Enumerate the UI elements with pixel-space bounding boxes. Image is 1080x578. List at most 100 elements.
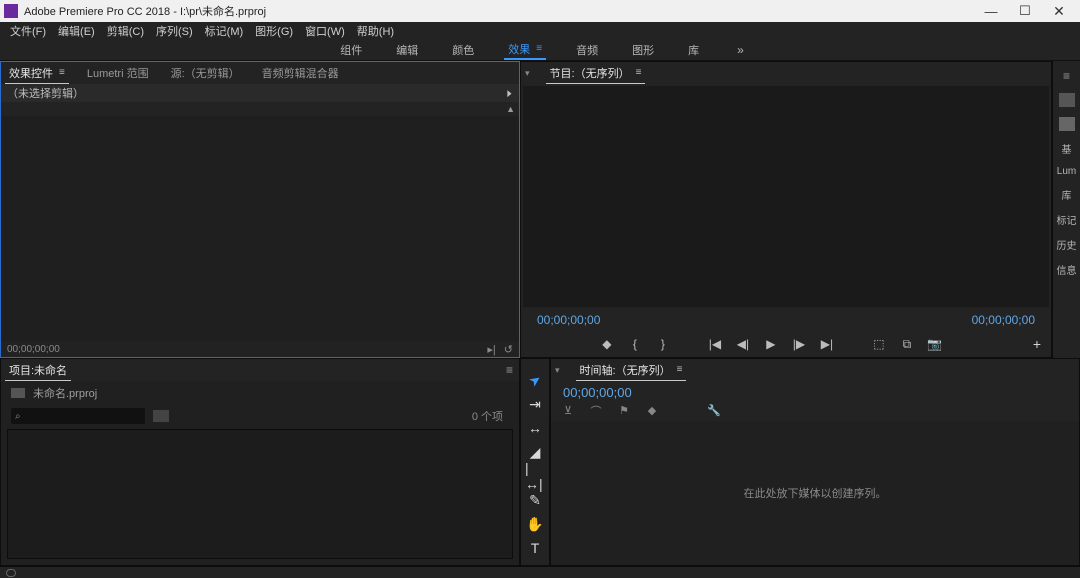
essential-graphics-icon[interactable] — [1059, 117, 1075, 131]
timeline-marker-icon[interactable]: ◆ — [645, 404, 659, 418]
right-panel-strip: ≡ 基 Lum 库 标记 历史 信息 — [1052, 61, 1080, 358]
loop-playback-icon[interactable]: ↺ — [504, 343, 513, 356]
extract-icon[interactable]: ⧉ — [899, 336, 915, 352]
workspace-tab-bar: 组件 编辑 颜色 效果 音频 图形 库 » — [0, 39, 1080, 61]
timeline-settings-icon[interactable]: 🔧 — [707, 404, 721, 418]
add-marker-timeline-icon[interactable]: ⚑ — [617, 404, 631, 418]
caret-up-icon[interactable]: ▲ — [506, 104, 515, 114]
chevron-right-icon[interactable]: ▶ — [507, 88, 511, 99]
timeline-drop-area[interactable]: 在此处放下媒体以创建序列。 — [551, 421, 1079, 565]
menu-edit[interactable]: 编辑(E) — [52, 22, 101, 39]
tab-effect-controls[interactable]: 效果控件 — [5, 62, 69, 84]
go-to-out-icon[interactable]: ▶| — [819, 336, 835, 352]
minimize-button[interactable]: — — [974, 0, 1008, 22]
effect-controls-timecode[interactable]: 00;00;00;00 — [7, 344, 60, 355]
tool-palette: ➤ ⇥ ↔ ◢ |↔| ✎ ✋ T — [520, 358, 550, 566]
tool-type[interactable]: T — [525, 539, 545, 557]
no-clip-selected-label: （未选择剪辑） — [7, 85, 84, 101]
side-tab-basic[interactable]: 基 — [1053, 141, 1080, 156]
export-frame-icon[interactable]: 📷 — [927, 336, 943, 352]
timeline-timecode[interactable]: 00;00;00;00 — [563, 385, 1069, 400]
timeline-empty-hint: 在此处放下媒体以创建序列。 — [744, 485, 887, 501]
program-monitor-panel: ▾ 节目:（无序列） 00;00;00;00 00;00;00;00 ◆ { } — [520, 61, 1052, 358]
side-tab-info[interactable]: 信息 — [1053, 262, 1080, 277]
step-forward-icon[interactable]: |▶ — [791, 336, 807, 352]
program-monitor-viewport[interactable] — [523, 86, 1049, 307]
app-icon — [4, 4, 18, 18]
side-tab-markers[interactable]: 标记 — [1053, 212, 1080, 227]
project-file-label: 未命名.prproj — [33, 385, 97, 401]
status-bar — [0, 566, 1080, 578]
project-panel-menu-icon[interactable]: ≡ — [504, 363, 515, 377]
tab-program-monitor[interactable]: 节目:（无序列） — [546, 62, 646, 84]
essential-sound-icon[interactable] — [1059, 93, 1075, 107]
workspace-audio[interactable]: 音频 — [572, 39, 602, 60]
tab-project[interactable]: 项目:未命名 — [5, 359, 71, 381]
snap-icon[interactable]: ⊻ — [561, 404, 575, 418]
side-tab-history[interactable]: 历史 — [1053, 237, 1080, 252]
project-panel: 项目:未命名 ≡ 未命名.prproj ⌕ 0 个项 — [0, 358, 520, 566]
window-title: Adobe Premiere Pro CC 2018 - I:\pr\未命名.p… — [24, 3, 974, 19]
add-marker-icon[interactable]: ◆ — [599, 336, 615, 352]
app-name-label: Adobe Premiere Pro CC 2018 — [24, 6, 170, 18]
bin-icon — [11, 388, 25, 398]
menu-window[interactable]: 窗口(W) — [299, 22, 351, 39]
window-titlebar: Adobe Premiere Pro CC 2018 - I:\pr\未命名.p… — [0, 0, 1080, 22]
filter-bin-icon[interactable] — [153, 410, 169, 422]
search-icon: ⌕ — [15, 411, 21, 422]
maximize-button[interactable]: ☐ — [1008, 0, 1042, 22]
project-asset-list[interactable] — [7, 429, 513, 559]
zoom-to-sequence-icon[interactable]: ▸| — [487, 343, 495, 356]
timeline-panel: ▾ 时间轴:（无序列） 00;00;00;00 ⊻ ⌒ ⚑ ◆ 🔧 在此处放 — [550, 358, 1080, 566]
program-timecode-right[interactable]: 00;00;00;00 — [972, 313, 1035, 327]
menu-sequence[interactable]: 序列(S) — [150, 22, 199, 39]
document-path: I:\pr\未命名.prproj — [180, 6, 266, 18]
linked-selection-icon[interactable]: ⌒ — [589, 404, 603, 418]
tool-selection[interactable]: ➤ — [522, 367, 549, 393]
tool-slip[interactable]: |↔| — [525, 467, 545, 485]
mark-out-icon[interactable]: } — [655, 336, 671, 352]
workspace-overflow-button[interactable]: » — [737, 43, 744, 57]
tool-hand[interactable]: ✋ — [525, 515, 545, 533]
workspace-graphics[interactable]: 图形 — [628, 39, 658, 60]
side-tab-lumetri[interactable]: Lum — [1053, 166, 1080, 177]
menu-file[interactable]: 文件(F) — [4, 22, 52, 39]
status-indicator-icon — [6, 569, 16, 577]
effect-controls-body — [1, 116, 519, 341]
workspace-editing[interactable]: 编辑 — [392, 39, 422, 60]
workspace-color[interactable]: 颜色 — [448, 39, 478, 60]
close-button[interactable]: ✕ — [1042, 0, 1076, 22]
application-menubar: 文件(F) 编辑(E) 剪辑(C) 序列(S) 标记(M) 图形(G) 窗口(W… — [0, 22, 1080, 39]
side-tab-libraries[interactable]: 库 — [1053, 187, 1080, 202]
timeline-collapse-icon[interactable]: ▾ — [555, 365, 560, 376]
tab-audio-clip-mixer[interactable]: 音频剪辑混合器 — [258, 62, 343, 84]
button-editor-icon[interactable]: + — [1033, 336, 1041, 352]
go-to-in-icon[interactable]: |◀ — [707, 336, 723, 352]
tool-track-select[interactable]: ⇥ — [525, 395, 545, 413]
workspace-assembly[interactable]: 组件 — [336, 39, 366, 60]
tool-razor[interactable]: ◢ — [525, 443, 545, 461]
side-panel-menu-icon[interactable]: ≡ — [1063, 69, 1070, 83]
program-timecode-left[interactable]: 00;00;00;00 — [537, 313, 600, 327]
tool-ripple-edit[interactable]: ↔ — [525, 419, 545, 437]
menu-marker[interactable]: 标记(M) — [199, 22, 250, 39]
tab-timeline[interactable]: 时间轴:（无序列） — [576, 359, 687, 381]
tab-lumetri-scopes[interactable]: Lumetri 范围 — [83, 62, 153, 84]
menu-graphics[interactable]: 图形(G) — [249, 22, 299, 39]
lift-icon[interactable]: ⬚ — [871, 336, 887, 352]
project-search-input[interactable]: ⌕ — [11, 408, 145, 424]
panel-collapse-icon[interactable]: ▾ — [525, 68, 530, 79]
menu-help[interactable]: 帮助(H) — [351, 22, 400, 39]
play-icon[interactable]: ▶ — [763, 336, 779, 352]
tool-pen[interactable]: ✎ — [525, 491, 545, 509]
workspace-libraries[interactable]: 库 — [684, 39, 703, 60]
effect-controls-tabs: 效果控件 Lumetri 范围 源:（无剪辑） 音频剪辑混合器 — [1, 62, 519, 84]
effect-controls-panel: 效果控件 Lumetri 范围 源:（无剪辑） 音频剪辑混合器 （未选择剪辑） … — [0, 61, 520, 358]
tab-source-monitor[interactable]: 源:（无剪辑） — [167, 62, 244, 84]
title-separator: - — [173, 6, 180, 18]
project-item-count: 0 个项 — [472, 408, 509, 424]
workspace-effects[interactable]: 效果 — [504, 39, 546, 60]
mark-in-icon[interactable]: { — [627, 336, 643, 352]
menu-clip[interactable]: 剪辑(C) — [101, 22, 150, 39]
step-back-icon[interactable]: ◀| — [735, 336, 751, 352]
